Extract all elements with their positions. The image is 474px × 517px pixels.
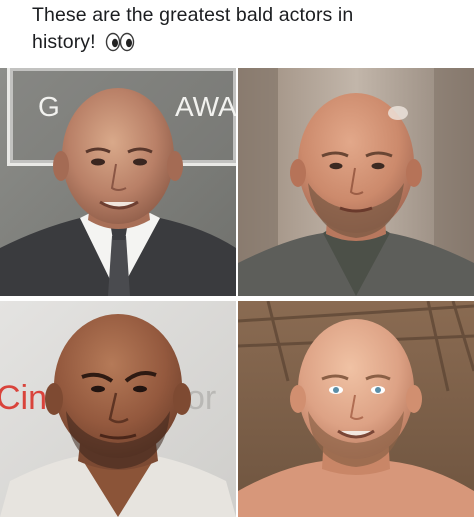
- photo-bottom-left: Cin or: [0, 301, 236, 517]
- photo-grid: G AWA Cin or: [0, 68, 474, 517]
- post-caption: These are the greatest bald actors in hi…: [32, 2, 442, 60]
- background-logo-text-left: Cin: [0, 379, 47, 417]
- background-sign-text-right: AWA: [175, 91, 236, 122]
- caption-line-1: These are the greatest bald actors in: [32, 4, 354, 26]
- photo-top-right: [238, 68, 474, 296]
- meme-post: These are the greatest bald actors in hi…: [0, 0, 474, 517]
- eyes-emoji-icon: [105, 32, 135, 60]
- background-sign-text-left: G: [38, 91, 60, 122]
- photo-bottom-right: [238, 301, 474, 517]
- photo-top-left: G AWA: [0, 68, 236, 296]
- caption-line-2: history!: [32, 31, 96, 53]
